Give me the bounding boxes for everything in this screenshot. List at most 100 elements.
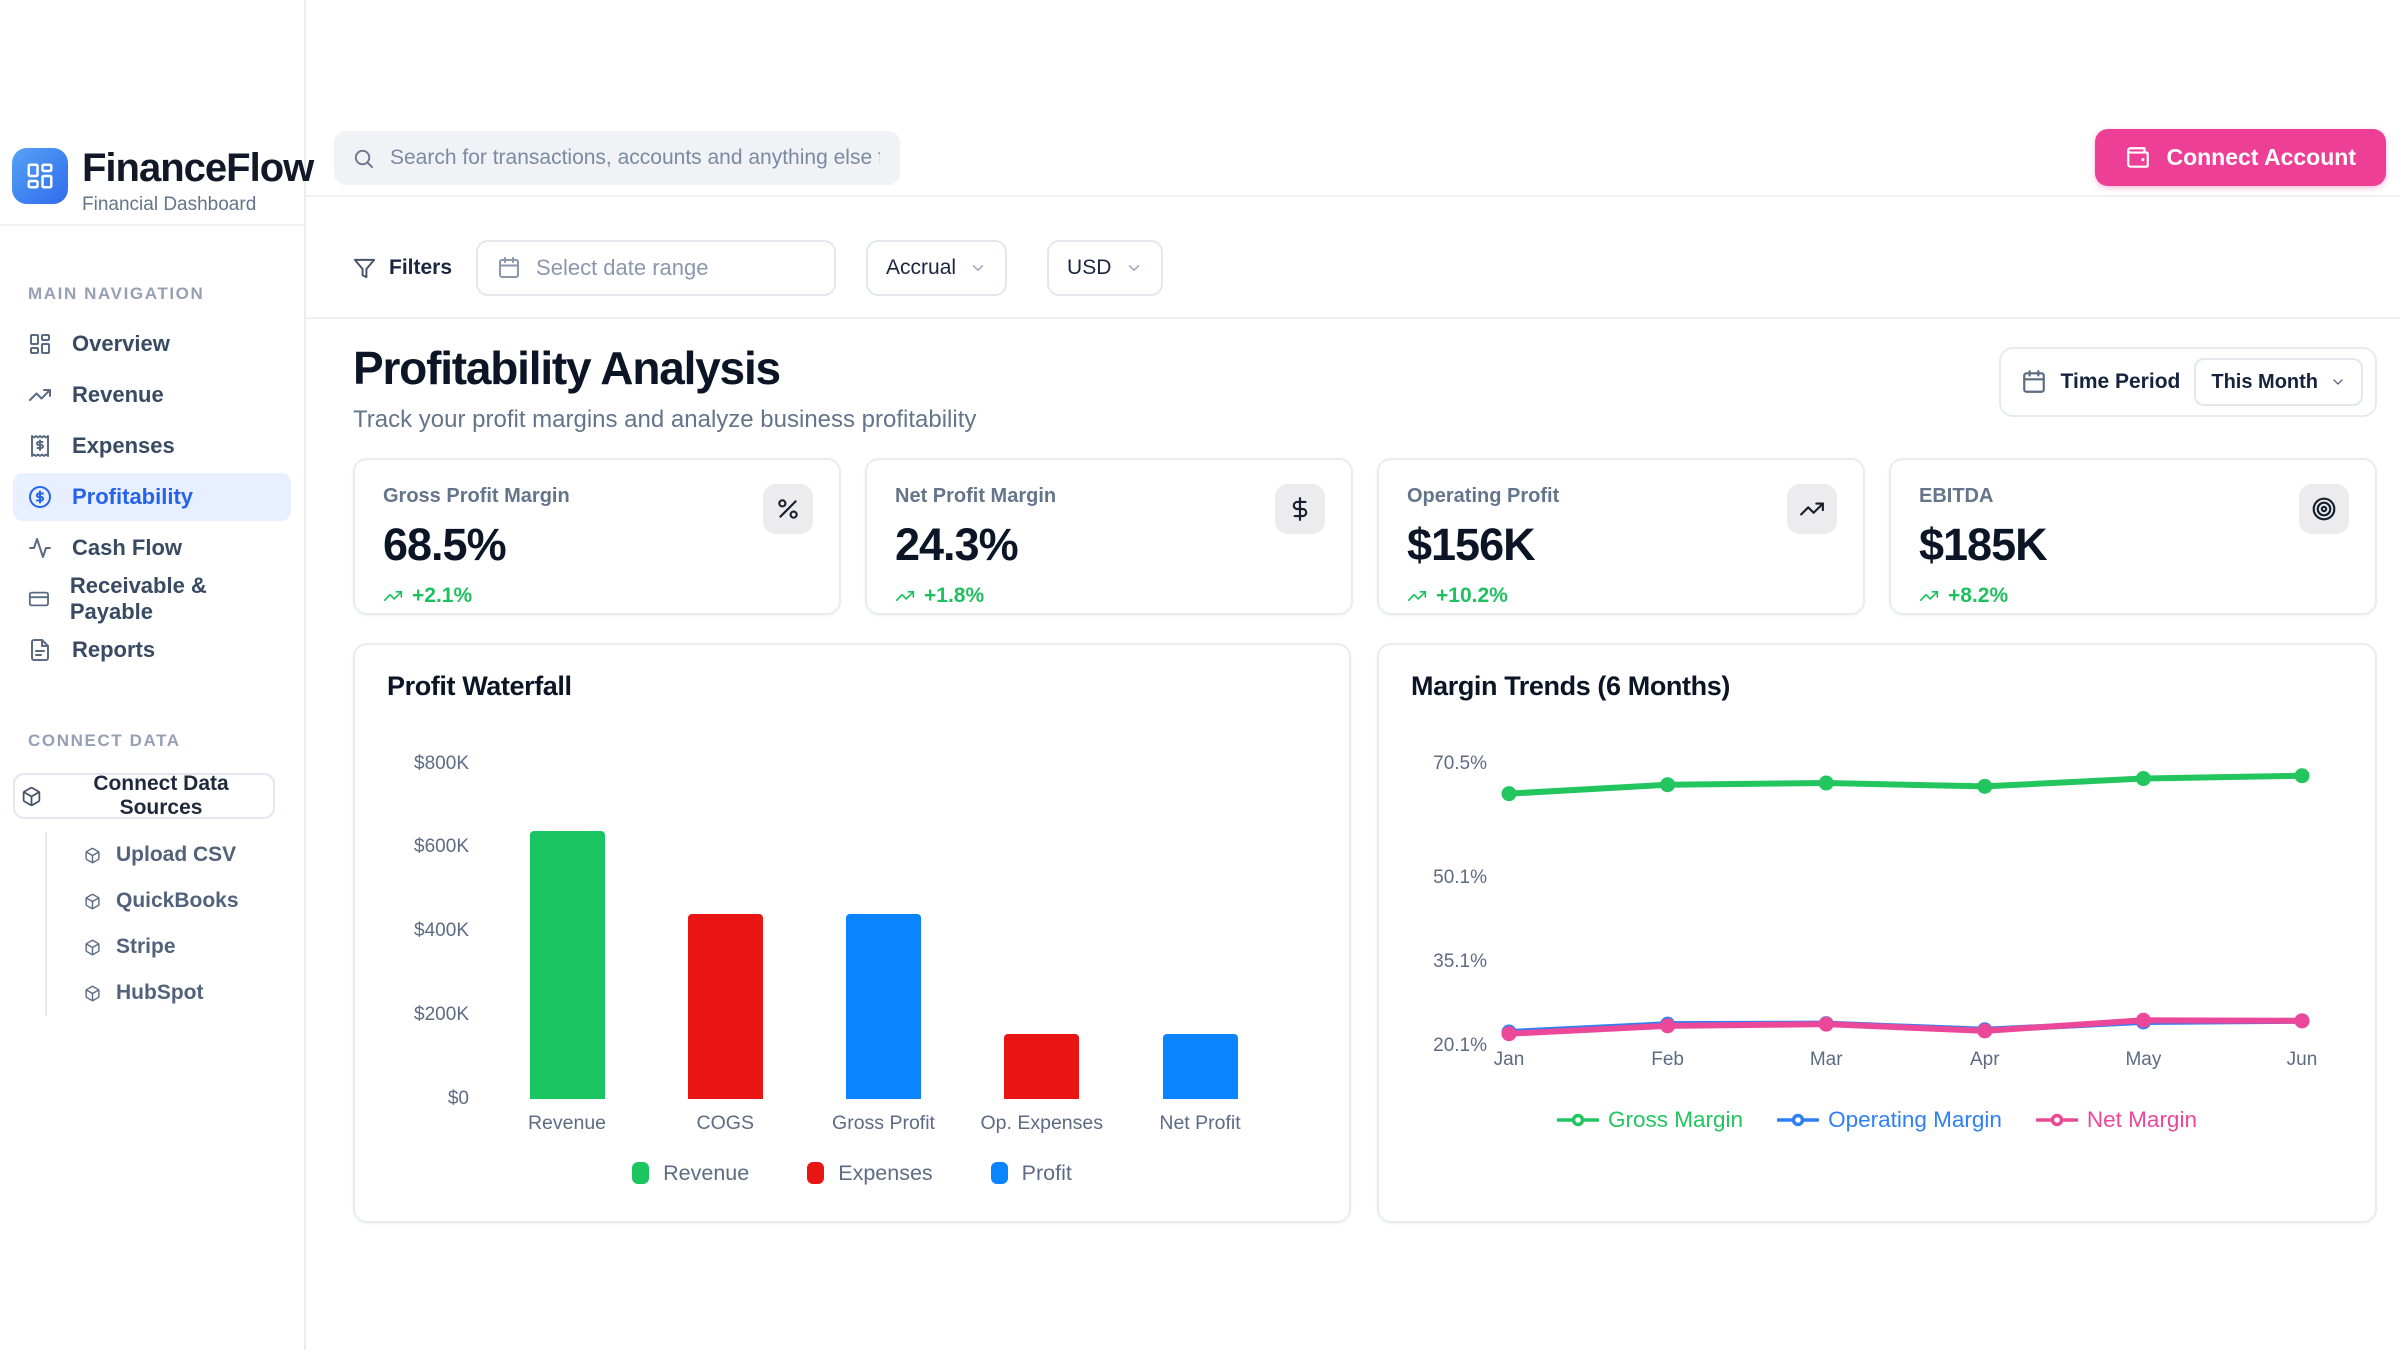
search-icon bbox=[352, 147, 375, 170]
sidebar-item-revenue[interactable]: Revenue bbox=[13, 371, 291, 419]
circle-dollar-icon bbox=[28, 485, 52, 509]
x-axis-label: Revenue bbox=[487, 1112, 647, 1135]
kpi-card-gross-profit-margin: Gross Profit Margin 68.5% +2.1% bbox=[353, 458, 841, 615]
search-input[interactable] bbox=[388, 145, 882, 171]
kpi-change: +10.2% bbox=[1407, 584, 1835, 608]
sidebar-item-receivable-payable[interactable]: Receivable & Payable bbox=[13, 575, 291, 623]
point-gross-margin bbox=[1660, 777, 1675, 792]
connect-account-button[interactable]: Connect Account bbox=[2095, 129, 2386, 186]
kpi-label: Gross Profit Margin bbox=[383, 485, 811, 508]
point-net-margin bbox=[1502, 1026, 1517, 1041]
calendar-icon bbox=[2021, 369, 2047, 395]
sidebar-item-profitability[interactable]: Profitability bbox=[13, 473, 291, 521]
filters-toggle[interactable]: Filters bbox=[353, 256, 452, 280]
charts-row: Profit Waterfall $800K $600K $400K $200K $0 R… bbox=[353, 643, 2377, 1223]
accounting-basis-select[interactable]: Accrual bbox=[866, 240, 1007, 296]
box-icon bbox=[84, 939, 101, 956]
x-axis-label: Op. Expenses bbox=[962, 1112, 1122, 1135]
legend-item-profit[interactable]: Profit bbox=[991, 1161, 1072, 1186]
margin-legend: Gross Margin Operating Margin Net Margin bbox=[1379, 1107, 2375, 1133]
kpi-value: 24.3% bbox=[895, 519, 1323, 571]
sidebar-item-overview[interactable]: Overview bbox=[13, 320, 291, 368]
sidebar-item-reports[interactable]: Reports bbox=[13, 626, 291, 674]
calendar-icon bbox=[497, 256, 521, 280]
sidebar-item-label: Expenses bbox=[72, 433, 175, 459]
currency-select[interactable]: USD bbox=[1047, 240, 1163, 296]
point-gross-margin bbox=[1977, 778, 1992, 793]
chevron-down-icon bbox=[2330, 374, 2346, 390]
kpi-label: EBITDA bbox=[1919, 485, 2347, 508]
app-name: FinanceFlow bbox=[82, 148, 313, 188]
sidebar-item-label: Reports bbox=[72, 637, 155, 663]
kpi-change: +2.1% bbox=[383, 584, 811, 608]
legend-item-operating-margin[interactable]: Operating Margin bbox=[1777, 1107, 2002, 1133]
connect-data-sources-button[interactable]: Connect Data Sources bbox=[13, 773, 275, 819]
trending-up-icon bbox=[1919, 586, 1939, 606]
kpi-grid: Gross Profit Margin 68.5% +2.1% Net Profit … bbox=[353, 458, 2377, 615]
y-axis-tick: $400K bbox=[369, 920, 469, 942]
legend-item-gross-margin[interactable]: Gross Margin bbox=[1557, 1107, 1743, 1133]
legend-marker bbox=[1557, 1112, 1599, 1128]
point-net-margin bbox=[1660, 1018, 1675, 1033]
time-period-select[interactable]: This Month bbox=[2194, 358, 2363, 406]
sidebar-item-cash-flow[interactable]: Cash Flow bbox=[13, 524, 291, 572]
target-icon bbox=[2311, 496, 2337, 522]
date-range-input[interactable]: Select date range bbox=[476, 240, 836, 296]
chevron-down-icon bbox=[1125, 259, 1143, 277]
main-nav-list: Overview Revenue Expenses Profitability Cash… bbox=[13, 320, 291, 674]
line-gross-margin bbox=[1509, 775, 2302, 793]
legend-swatch bbox=[807, 1162, 824, 1184]
connect-source-quickbooks[interactable]: QuickBooks bbox=[47, 878, 291, 924]
box-icon bbox=[84, 893, 101, 910]
sidebar-item-label: Profitability bbox=[72, 484, 193, 510]
credit-card-icon bbox=[28, 587, 50, 611]
trending-up-icon bbox=[1407, 586, 1427, 606]
connect-source-hubspot[interactable]: HubSpot bbox=[47, 970, 291, 1016]
point-gross-margin bbox=[2136, 771, 2151, 786]
waterfall-bar-gross-profit bbox=[846, 914, 921, 1098]
file-text-icon bbox=[28, 638, 52, 662]
box-icon bbox=[21, 786, 42, 807]
legend-swatch bbox=[632, 1162, 649, 1184]
app-logo bbox=[12, 148, 68, 204]
funnel-icon bbox=[353, 257, 376, 280]
dollar-icon bbox=[1287, 496, 1313, 522]
connect-source-stripe[interactable]: Stripe bbox=[47, 924, 291, 970]
trending-up-icon bbox=[28, 383, 52, 407]
trending-up-icon bbox=[1799, 496, 1825, 522]
legend-marker bbox=[1777, 1112, 1819, 1128]
connect-source-upload-csv[interactable]: Upload CSV bbox=[47, 832, 291, 878]
point-net-margin bbox=[1977, 1023, 1992, 1038]
wallet-icon bbox=[2125, 145, 2151, 171]
kpi-card-net-profit-margin: Net Profit Margin24.3%+1.8% bbox=[865, 458, 1353, 615]
y-axis-tick: $800K bbox=[369, 753, 469, 775]
legend-item-revenue[interactable]: Revenue bbox=[632, 1161, 749, 1186]
filters-row: Filters Select date range Accrual USD bbox=[306, 197, 2400, 319]
receipt-icon bbox=[28, 434, 52, 458]
y-axis-tick: $200K bbox=[369, 1004, 469, 1026]
connect-data-heading: CONNECT DATA bbox=[28, 731, 291, 751]
line-net-margin bbox=[1509, 1020, 2302, 1033]
connect-sources-list: Upload CSVQuickBooksStripeHubSpot bbox=[45, 832, 291, 1016]
topbar: Connect Account bbox=[306, 0, 2400, 197]
kpi-card-operating-profit: Operating Profit$156K+10.2% bbox=[1377, 458, 1865, 615]
profit-waterfall-chart: Profit Waterfall $800K $600K $400K $200K $0 R… bbox=[353, 643, 1351, 1223]
waterfall-chart-title: Profit Waterfall bbox=[387, 671, 572, 702]
main-nav-heading: MAIN NAVIGATION bbox=[28, 284, 291, 304]
waterfall-bar-revenue bbox=[530, 831, 605, 1099]
search-box bbox=[334, 131, 900, 185]
kpi-icon-box bbox=[2299, 484, 2349, 534]
sidebar-item-label: Revenue bbox=[72, 382, 164, 408]
activity-icon bbox=[28, 536, 52, 560]
x-axis-label: COGS bbox=[645, 1112, 805, 1135]
margin-trends-chart: Margin Trends (6 Months) 70.5%50.1%35.1%… bbox=[1377, 643, 2377, 1223]
y-axis-tick: $600K bbox=[369, 836, 469, 858]
point-net-margin bbox=[2295, 1013, 2310, 1028]
sidebar-item-expenses[interactable]: Expenses bbox=[13, 422, 291, 470]
y-axis-tick: $0 bbox=[369, 1088, 469, 1110]
legend-item-expenses[interactable]: Expenses bbox=[807, 1161, 932, 1186]
point-gross-margin bbox=[1819, 775, 1834, 790]
kpi-value: 68.5% bbox=[383, 519, 811, 571]
legend-item-net-margin[interactable]: Net Margin bbox=[2036, 1107, 2197, 1133]
point-net-margin bbox=[1819, 1016, 1834, 1031]
